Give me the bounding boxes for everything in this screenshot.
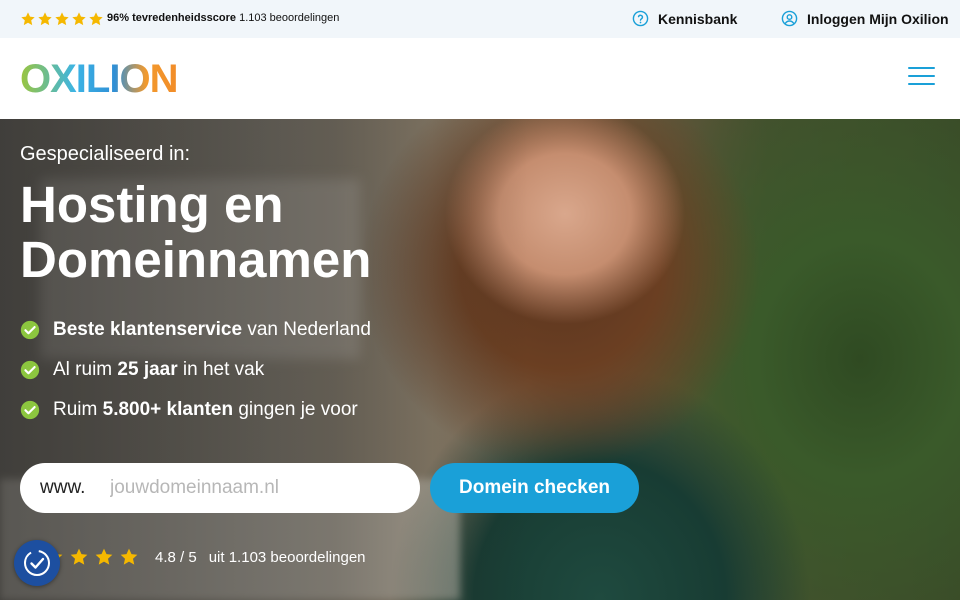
login-label: Inloggen Mijn Oxilion	[807, 10, 949, 27]
hero-title-line2: Domeinnamen	[20, 231, 372, 288]
cookie-consent-button[interactable]	[14, 540, 60, 586]
usp-bold: Beste klantenservice	[53, 319, 243, 340]
review-stars	[20, 11, 104, 27]
rating-summary: 4.8 / 5 uit 1.103 beoordelingen	[20, 547, 366, 567]
check-circle-icon	[20, 320, 40, 340]
usp-text: gingen je voor	[233, 399, 358, 420]
consent-check-icon	[24, 550, 50, 576]
question-circle-icon	[632, 10, 649, 27]
main-header: OXILION	[0, 38, 960, 119]
usp-item: Al ruim 25 jaar in het vak	[20, 359, 264, 381]
star-icon	[95, 548, 113, 565]
oxilion-logo[interactable]: OXILION	[20, 57, 192, 101]
usp-text: Al ruim	[53, 359, 118, 380]
star-icon	[38, 12, 52, 26]
score-reviews: 1.103 beoordelingen	[236, 12, 340, 24]
star-icon	[89, 12, 103, 26]
logo-text: OXILION	[20, 58, 177, 98]
hamburger-menu-icon[interactable]	[908, 67, 936, 89]
domain-search-box: www.	[20, 463, 420, 513]
rating-value: 4.8 / 5	[155, 548, 197, 566]
star-icon	[55, 12, 69, 26]
hero-section: Gespecialiseerd in: Hosting en Domeinnam…	[0, 119, 960, 600]
domain-check-button[interactable]: Domein checken	[430, 463, 639, 513]
user-circle-icon	[781, 10, 798, 27]
login-link[interactable]: Inloggen Mijn Oxilion	[781, 10, 949, 27]
usp-item: Beste klantenservice van Nederland	[20, 319, 371, 341]
hero-title: Hosting en Domeinnamen	[20, 177, 371, 287]
hero-subtitle: Gespecialiseerd in:	[20, 143, 191, 165]
usp-text: van Nederland	[242, 319, 371, 340]
hero-title-line1: Hosting en	[20, 176, 284, 233]
star-icon	[120, 548, 138, 565]
star-icon	[21, 12, 35, 26]
usp-item: Ruim 5.800+ klanten gingen je voor	[20, 399, 358, 421]
top-bar: 96% tevredenheidsscore 1.103 beoordeling…	[0, 0, 960, 38]
usp-text: Ruim	[53, 399, 103, 420]
star-icon	[70, 548, 88, 565]
kennisbank-link[interactable]: Kennisbank	[632, 10, 737, 27]
logo-graphic: OXILION	[20, 57, 178, 101]
star-icon	[72, 12, 86, 26]
score-percentage: 96% tevredenheidsscore	[107, 12, 237, 24]
domain-input[interactable]	[110, 471, 400, 505]
usp-text: in het vak	[177, 359, 265, 380]
check-circle-icon	[20, 400, 40, 420]
usp-bold: 25 jaar	[117, 359, 178, 380]
kennisbank-label: Kennisbank	[658, 10, 738, 27]
check-circle-icon	[20, 360, 40, 380]
rating-count: uit 1.103 beoordelingen	[208, 548, 366, 566]
satisfaction-score[interactable]: 96% tevredenheidsscore 1.103 beoordeling…	[107, 12, 339, 24]
domain-prefix: www.	[40, 477, 86, 498]
usp-bold: 5.800+ klanten	[102, 399, 234, 420]
